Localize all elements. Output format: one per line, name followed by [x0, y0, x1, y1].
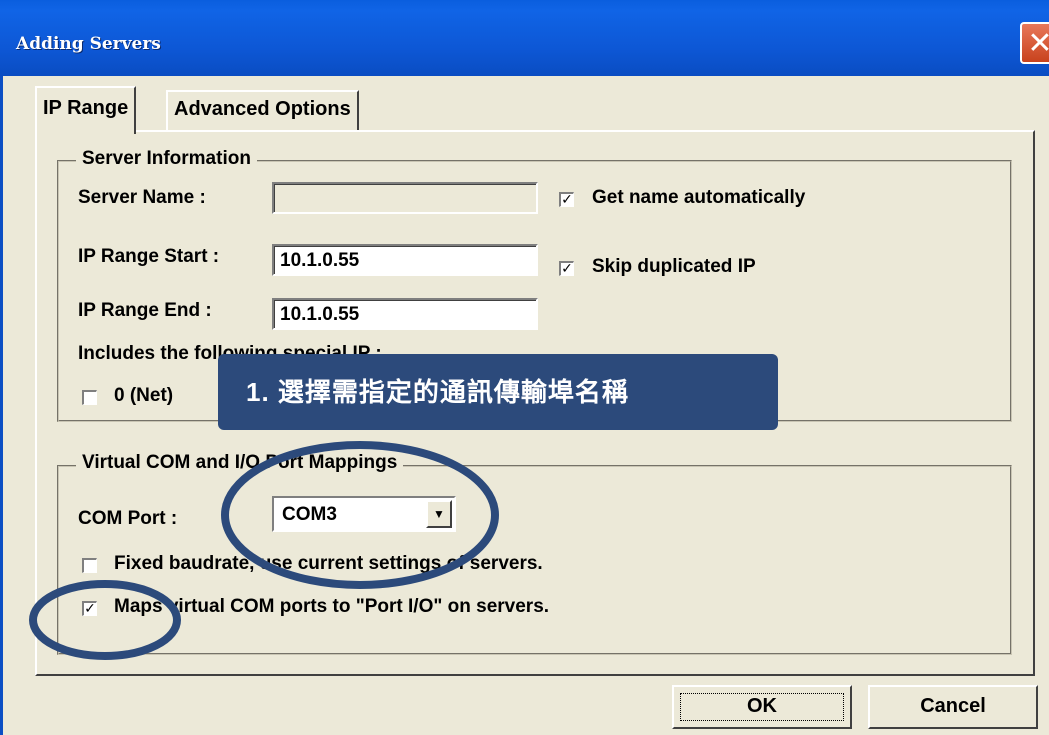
ok-button[interactable]: OK: [672, 685, 852, 729]
get-name-automatically-checkbox[interactable]: ✓: [559, 192, 574, 207]
check-icon: ✓: [84, 600, 96, 616]
close-icon: ✕: [1027, 27, 1049, 60]
tab-advanced-options[interactable]: Advanced Options: [166, 90, 359, 130]
server-name-field[interactable]: [272, 182, 538, 214]
get-name-automatically-label: Get name automatically: [592, 187, 806, 208]
com-port-label: COM Port :: [78, 508, 178, 529]
server-name-label: Server Name :: [78, 187, 206, 208]
close-button[interactable]: ✕: [1020, 22, 1049, 64]
ip-range-end-label: IP Range End :: [78, 300, 212, 321]
fixed-baudrate-checkbox[interactable]: [82, 558, 97, 573]
skip-duplicated-ip-checkbox[interactable]: ✓: [559, 261, 574, 276]
virtual-com-legend: Virtual COM and I/O Port Mappings: [76, 452, 404, 474]
cancel-label: Cancel: [920, 695, 986, 717]
ip-range-start-label: IP Range Start :: [78, 246, 220, 267]
focus-ring: [680, 693, 844, 721]
net-label: 0 (Net): [114, 385, 174, 406]
server-information-legend: Server Information: [76, 148, 257, 170]
fixed-baudrate-label: Fixed baudrate, use current settings of …: [114, 553, 543, 574]
cancel-button[interactable]: Cancel: [868, 685, 1038, 729]
net-checkbox[interactable]: [82, 390, 97, 405]
com-port-value: COM3: [282, 504, 337, 525]
dropdown-arrow-button[interactable]: ▼: [426, 500, 452, 528]
tab-ip-range[interactable]: IP Range: [35, 86, 137, 134]
skip-duplicated-ip-label: Skip duplicated IP: [592, 256, 756, 277]
check-icon: ✓: [561, 260, 573, 276]
ip-range-start-field[interactable]: 10.1.0.55: [272, 244, 538, 276]
check-icon: ✓: [561, 191, 573, 207]
maps-port-io-label: Maps virtual COM ports to "Port I/O" on …: [114, 596, 550, 617]
ip-range-end-field[interactable]: 10.1.0.55: [272, 298, 538, 330]
chevron-down-icon: ▼: [433, 507, 445, 521]
window-title: Adding Servers: [16, 34, 161, 54]
maps-port-io-checkbox[interactable]: ✓: [82, 601, 97, 616]
annotation-callout: 1. 選擇需指定的通訊傳輸埠名稱: [218, 354, 778, 430]
com-port-dropdown[interactable]: COM3 ▼: [272, 496, 456, 532]
